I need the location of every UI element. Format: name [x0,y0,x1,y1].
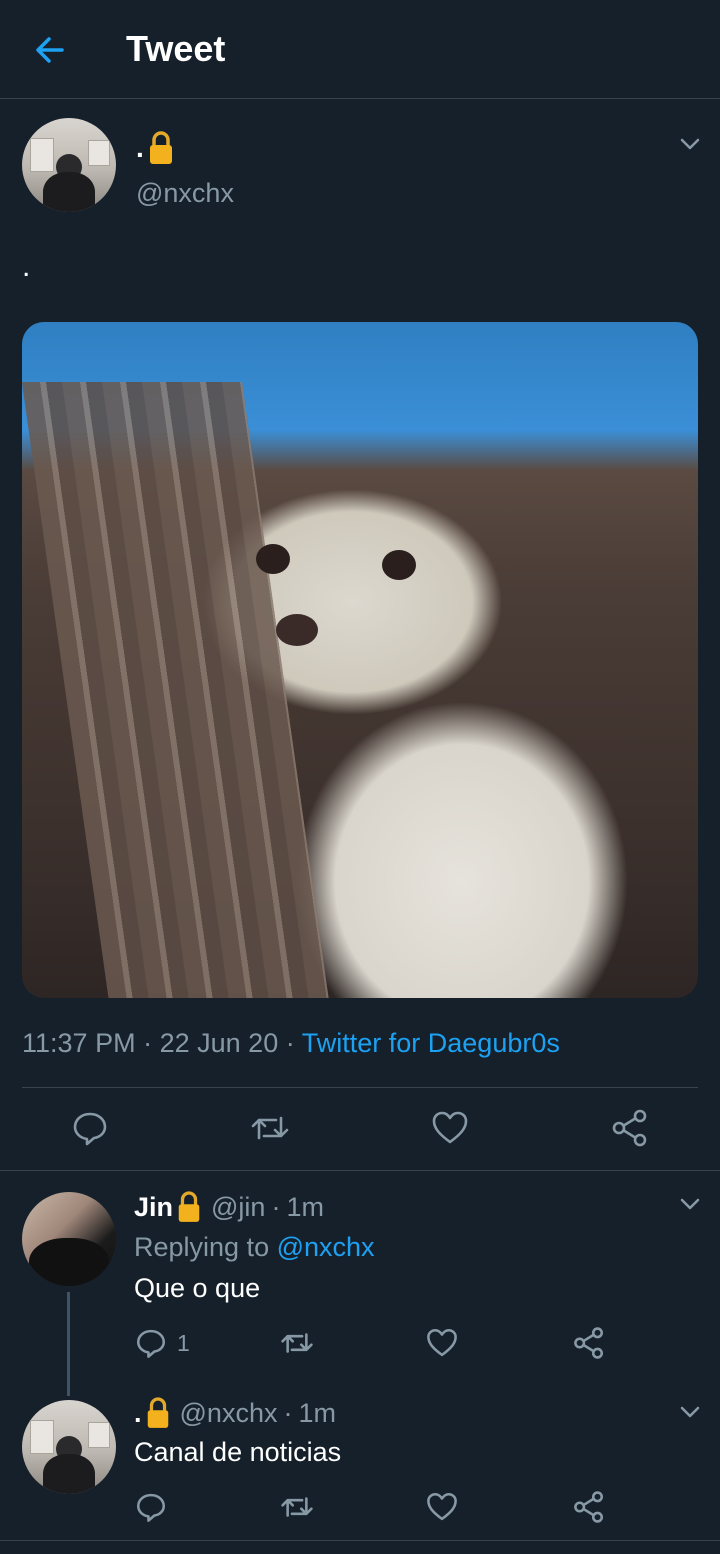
tweet-image[interactable] [22,322,698,998]
avatar-bg-detail [30,138,54,172]
reply-text: Canal de noticias [134,1437,342,1467]
like-heart-icon[interactable] [425,1490,459,1524]
reply-divider [0,1540,720,1541]
reply-header: . @nxchx · 1m [134,1396,336,1430]
share-icon[interactable] [610,1108,650,1148]
avatar-body [29,1238,109,1286]
retweet-icon[interactable] [280,1326,314,1360]
page-title: Tweet [126,28,226,69]
reply-time: 1m [286,1191,324,1222]
lock-icon [175,1190,203,1224]
meta-separator: · [285,1028,295,1058]
author-handle[interactable]: @nxchx [136,178,234,209]
avatar[interactable] [22,118,116,212]
replying-to: Replying to @nxchx [134,1232,375,1263]
image-dog-nose [276,614,318,646]
tweet-time: 11:37 PM [22,1028,136,1058]
share-icon[interactable] [572,1326,606,1360]
display-name: . [136,132,144,163]
reply-count: 1 [177,1330,190,1356]
reply-time: 1m [298,1397,336,1428]
retweet-icon[interactable] [280,1490,314,1524]
meta-divider [22,1087,698,1088]
avatar-bg-detail [30,1420,54,1454]
header-divider [0,98,720,99]
lock-icon [146,130,176,166]
avatar-bg-detail [88,1422,110,1448]
reply-icon[interactable] [134,1326,168,1360]
reply-display-name[interactable]: . [134,1398,142,1429]
actions-divider [0,1170,720,1171]
lock-icon [144,1396,172,1430]
reply-avatar[interactable] [22,1400,116,1494]
tweet-text: . [22,250,31,283]
meta-separator: · [143,1028,153,1058]
chevron-down-icon[interactable] [676,130,704,158]
author-name[interactable]: . [136,130,176,166]
reply-dot: · [283,1397,293,1428]
thread-connector [67,1292,70,1396]
like-heart-icon[interactable] [425,1326,459,1360]
avatar-body [43,1454,95,1494]
retweet-icon[interactable] [250,1108,290,1148]
tweet-date: 22 Jun 20 [159,1028,279,1058]
tweet-meta: 11:37 PM · 22 Jun 20 · Twitter for Daegu… [22,1028,560,1059]
reply-avatar[interactable] [22,1192,116,1286]
reply-header: Jin @jin · 1m [134,1190,324,1224]
image-blanket [22,382,330,998]
reply-handle[interactable]: @jin [211,1192,265,1223]
back-arrow-icon[interactable] [28,28,72,72]
reply-text: Que o que [134,1273,261,1303]
replying-prefix: Replying to [134,1232,270,1262]
replying-to-handle[interactable]: @nxchx [277,1232,375,1262]
chevron-down-icon[interactable] [676,1398,704,1426]
reply-handle[interactable]: @nxchx [180,1398,278,1429]
chevron-down-icon[interactable] [676,1190,704,1218]
share-icon[interactable] [572,1490,606,1524]
reply-dot: · [271,1191,281,1222]
top-bar: Tweet [0,0,720,98]
avatar-body [43,172,95,212]
avatar-bg-detail [88,140,110,166]
like-heart-icon[interactable] [430,1108,470,1148]
image-dog-eye [256,544,290,574]
reply-icon[interactable] [134,1490,168,1524]
tweet-source-link[interactable]: Twitter for Daegubr0s [302,1028,560,1058]
reply-display-name[interactable]: Jin [134,1192,173,1223]
image-dog-eye [382,550,416,580]
reply-icon[interactable] [70,1108,110,1148]
